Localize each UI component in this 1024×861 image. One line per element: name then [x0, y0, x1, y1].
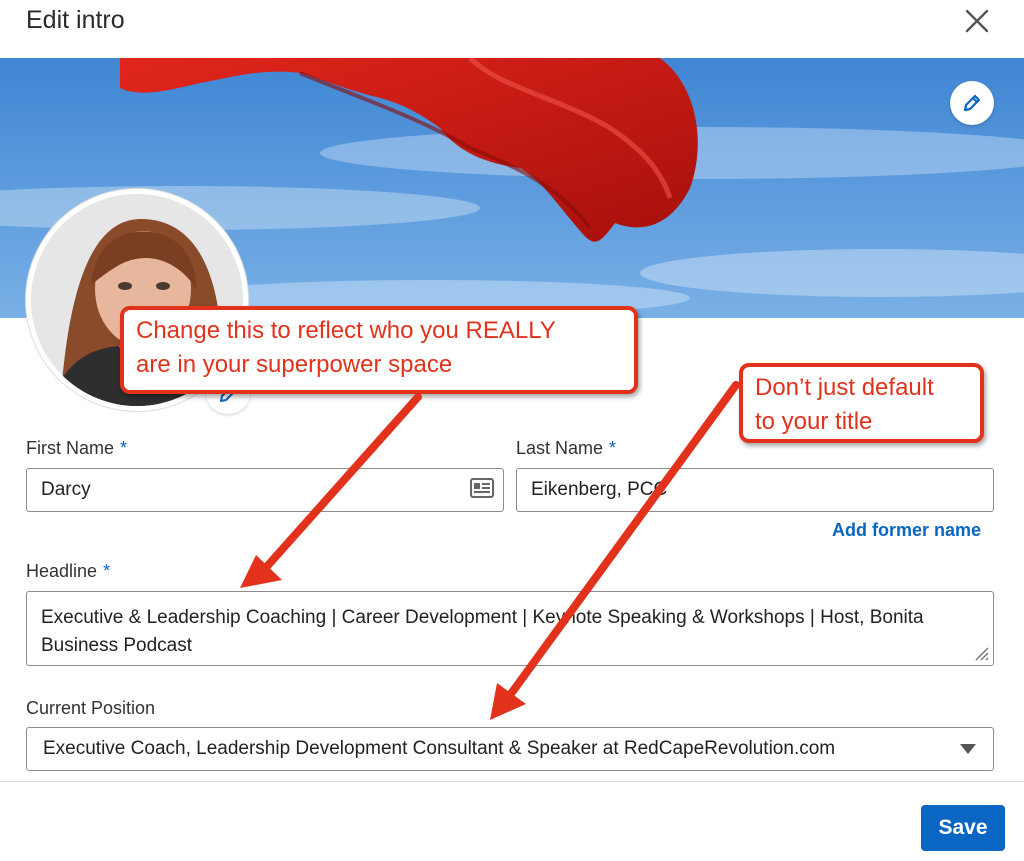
required-mark: *	[609, 438, 617, 458]
last-name-label-text: Last Name	[516, 438, 604, 458]
last-name-label: Last Name *	[516, 438, 616, 459]
last-name-value: Eikenberg, PCC	[531, 479, 668, 500]
current-position-label: Current Position	[26, 698, 155, 719]
headline-textarea[interactable]: Executive & Leadership Coaching | Career…	[26, 591, 994, 666]
close-icon	[965, 9, 989, 33]
current-position-value: Executive Coach, Leadership Development …	[43, 738, 836, 759]
dialog-header: Edit intro	[0, 0, 1024, 58]
annotation-text: are in your superpower space	[136, 351, 453, 378]
first-name-label-text: First Name	[26, 438, 115, 458]
headline-value: Executive & Leadership Coaching | Career…	[41, 607, 924, 656]
dialog-title: Edit intro	[26, 6, 125, 34]
current-position-label-text: Current Position	[26, 698, 156, 718]
last-name-field[interactable]: Eikenberg, PCC	[516, 468, 994, 512]
required-mark: *	[103, 561, 111, 581]
headline-label-text: Headline	[26, 561, 98, 581]
first-name-field[interactable]: Darcy	[26, 468, 504, 512]
current-position-select[interactable]: Executive Coach, Leadership Development …	[26, 727, 994, 771]
annotation-text: to your title	[755, 408, 873, 435]
first-name-value: Darcy	[41, 479, 91, 500]
save-button[interactable]: Save	[921, 805, 1005, 851]
contact-card-icon[interactable]	[470, 478, 494, 498]
add-former-name-link[interactable]: Add former name	[832, 520, 981, 541]
annotation-callout-title: Don’t just default to your title	[739, 363, 984, 443]
footer-divider	[0, 781, 1024, 782]
annotation-text: Change this to reflect who you REALLY	[136, 317, 556, 344]
required-mark: *	[120, 438, 128, 458]
resize-grip-icon[interactable]	[972, 644, 990, 662]
caret-down-icon	[960, 744, 976, 754]
annotation-text: Don’t just default	[755, 374, 934, 401]
annotation-arrow-title	[490, 381, 740, 720]
edit-banner-button[interactable]	[950, 81, 994, 125]
pencil-icon	[963, 94, 981, 112]
annotation-callout-headline: Change this to reflect who you REALLY ar…	[120, 306, 638, 394]
first-name-label: First Name *	[26, 438, 127, 459]
headline-label: Headline *	[26, 561, 110, 582]
close-button[interactable]	[958, 2, 996, 40]
